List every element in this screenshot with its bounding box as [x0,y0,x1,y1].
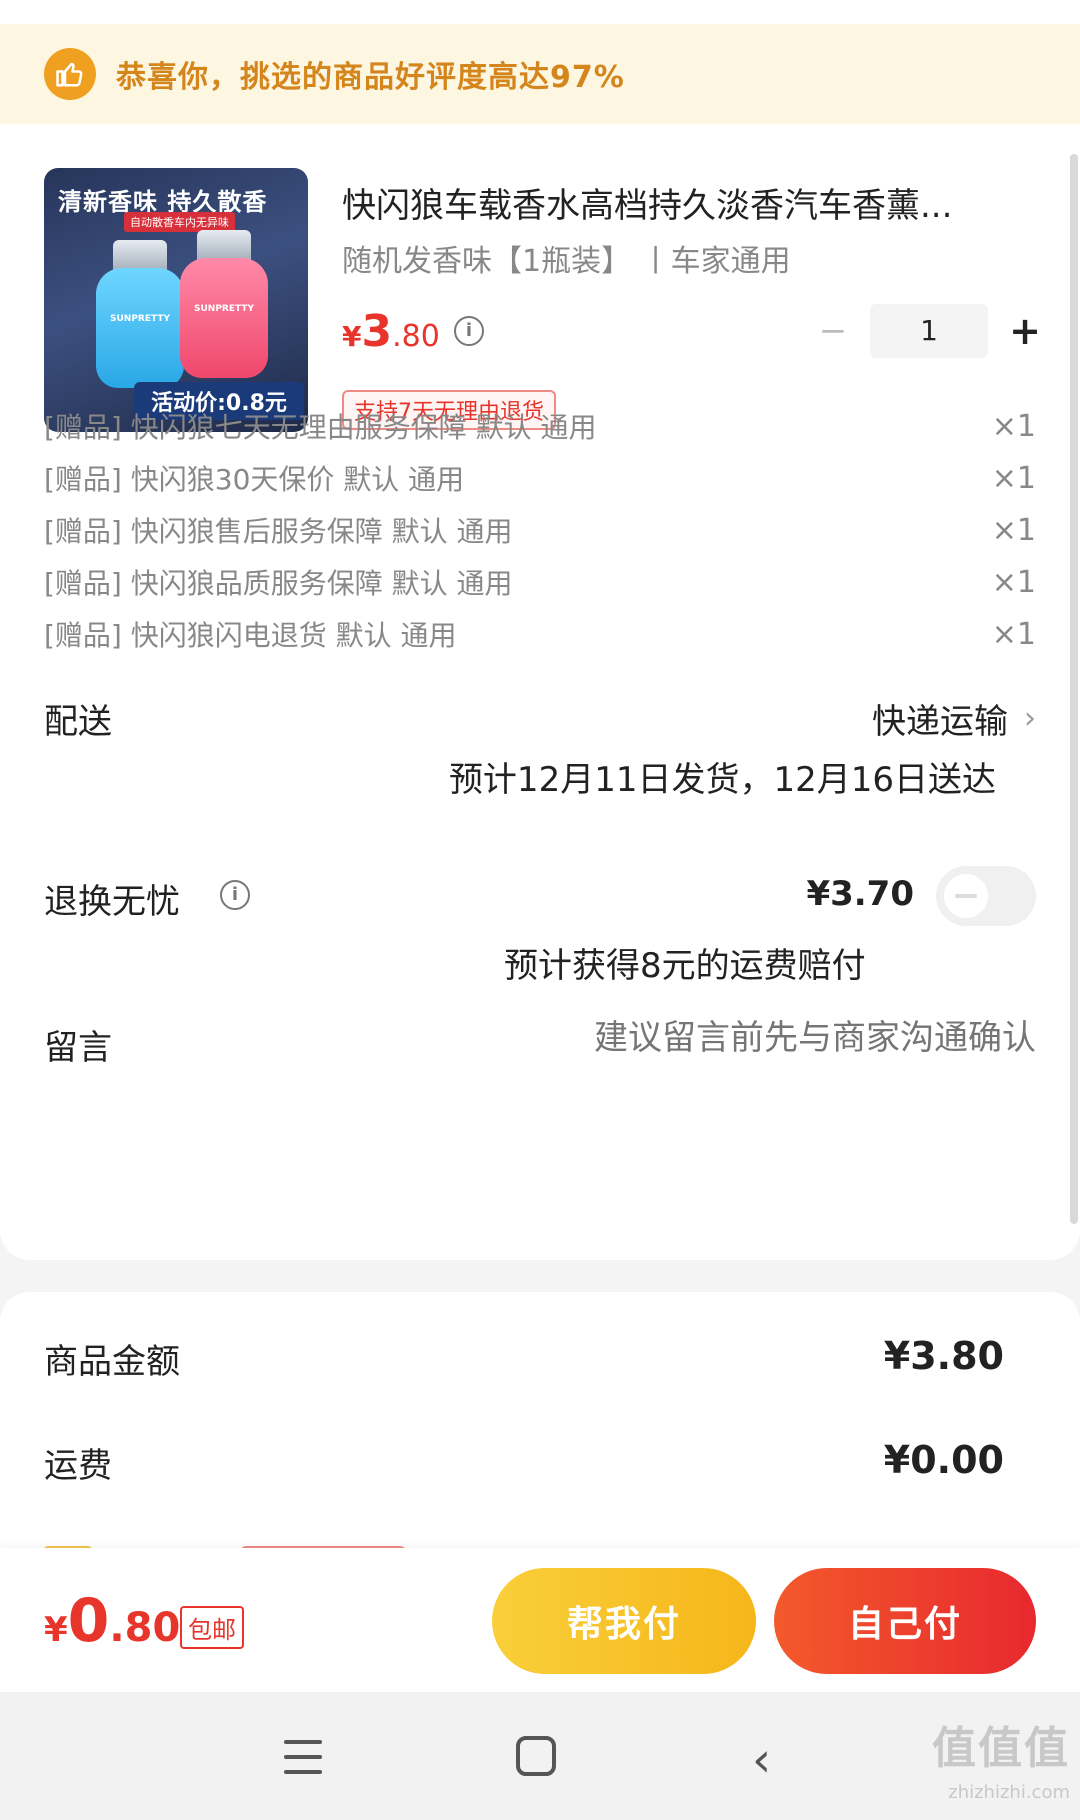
quantity-value[interactable]: 1 [870,304,988,358]
watermark-url: zhizhizhi.com [948,1782,1070,1803]
scrollbar[interactable] [1070,154,1078,1224]
home-icon[interactable] [516,1736,556,1776]
amount-card: 商品金额 ¥3.80 运费 ¥0.00 [0,1292,1080,1554]
message-label: 留言 [44,1028,112,1068]
decrease-button[interactable]: − [808,306,858,356]
product-price: ¥ 3 .80 [342,306,440,357]
goods-amount-label: 商品金额 [44,1342,180,1382]
worry-free-price: ¥3.70 [806,874,914,914]
message-input[interactable] [476,1018,1036,1058]
price-info-icon[interactable]: i [454,316,484,346]
banner-text: 恭喜你，挑选的商品好评度高达97% [116,60,625,95]
back-icon[interactable]: ‹ [752,1732,771,1788]
delivery-method-text: 快递运输 [872,702,1008,742]
checkout-bar: ¥ 0 .80 包邮 帮我付 自己付 [0,1548,1080,1692]
product-spec[interactable]: 随机发香味【1瓶装】 丨车家通用 [342,236,791,280]
worry-free-toggle[interactable] [936,866,1036,926]
delivery-method[interactable]: 快递运输 › [872,694,1036,743]
product-title[interactable]: 快闪狼车载香水高档持久淡香汽车香薰... [342,178,1032,227]
quantity-stepper: − 1 + [808,304,1050,358]
shipping-fee-label: 运费 [44,1446,112,1486]
delivery-label: 配送 [44,702,112,742]
shipping-fee-row: 运费 ¥0.00 [44,1438,1004,1487]
recent-apps-icon[interactable] [284,1740,322,1774]
chevron-right-icon: › [1024,701,1036,736]
goods-amount-row: 商品金额 ¥3.80 [44,1334,1004,1383]
gift-item: [赠品] 快闪狼30天保价 默认 通用 ×1 [44,460,1036,497]
shipping-fee-value: ¥0.00 [883,1438,1004,1482]
product-image-subline: 自动散香车内无异味 [124,212,235,232]
delivery-estimate: 预计12月11日发货，12月16日送达 [448,760,996,800]
rating-banner: 恭喜你，挑选的商品好评度高达97% [0,24,1080,124]
gift-item: [赠品] 快闪狼品质服务保障 默认 通用 ×1 [44,564,1036,601]
gift-item: [赠品] 快闪狼售后服务保障 默认 通用 ×1 [44,512,1036,549]
pink-bottle: SUNPRETTY [180,258,268,378]
total-price: ¥ 0 .80 [44,1586,181,1656]
watermark-text: 值值值 [932,1723,1070,1774]
blue-bottle: SUNPRETTY [96,268,184,388]
order-card: 清新香味 持久散香 自动散香车内无异味 SUNPRETTY SUNPRETTY … [0,124,1080,1260]
worry-free-info-icon[interactable]: i [220,880,250,910]
self-pay-button[interactable]: 自己付 [774,1568,1036,1674]
gift-item: [赠品] 快闪狼闪电退货 默认 通用 ×1 [44,616,1036,653]
product-image[interactable]: 清新香味 持久散香 自动散香车内无异味 SUNPRETTY SUNPRETTY … [44,168,308,432]
help-pay-button[interactable]: 帮我付 [492,1568,756,1674]
worry-free-note: 预计获得8元的运费赔付 [504,946,866,986]
system-nav-bar: ‹ 值值值 zhizhizhi.com [0,1692,1080,1820]
thumbs-up-icon [44,48,96,100]
toggle-knob [944,874,988,918]
increase-button[interactable]: + [1000,306,1050,356]
goods-amount-value: ¥3.80 [883,1334,1004,1378]
top-strip [0,0,1080,24]
free-shipping-badge: 包邮 [180,1606,244,1649]
gift-item: [赠品] 快闪狼七天无理由服务保障 默认 通用 ×1 [44,408,1036,445]
worry-free-label: 退换无忧 [44,882,180,922]
